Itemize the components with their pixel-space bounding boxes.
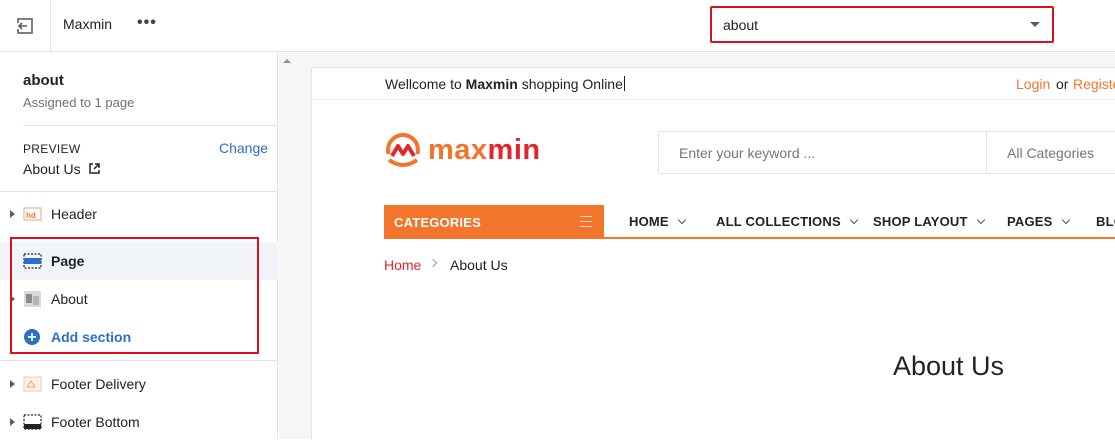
breadcrumb-current: About Us <box>450 257 508 273</box>
template-selector[interactable]: about <box>710 6 1054 43</box>
sections-sidebar: about Assigned to 1 page PREVIEW Change … <box>0 53 278 439</box>
template-title: about <box>23 72 64 89</box>
logo-text: maxmin <box>428 134 541 167</box>
site-topbar: Wellcome to Maxmin shopping Online Login… <box>312 68 1115 100</box>
section-header[interactable]: hd Header <box>0 195 278 233</box>
nav-label: ALL COLLECTIONS <box>716 214 841 229</box>
template-selector-value: about <box>723 17 759 33</box>
exit-button[interactable] <box>0 0 51 52</box>
highlight-box <box>10 237 259 354</box>
theme-name: Maxmin <box>63 16 113 32</box>
login-link[interactable]: Login <box>1016 76 1050 92</box>
scrollbar[interactable] <box>279 53 295 439</box>
welcome-suffix: shopping Online <box>521 76 623 92</box>
section-footer-delivery[interactable]: Footer Delivery <box>0 365 278 403</box>
chevron-down-icon <box>677 215 687 224</box>
welcome-brand: Maxmin <box>465 76 518 92</box>
or-text: or <box>1056 76 1069 92</box>
expand-caret-icon[interactable] <box>10 210 15 218</box>
nav-label: PAGES <box>1007 214 1053 229</box>
footer-delivery-thumbnail-icon <box>23 376 42 392</box>
editor-topbar: Maxmin ••• about <box>0 0 1115 52</box>
maxmin-logo-icon <box>384 133 422 168</box>
hamburger-icon <box>580 216 592 231</box>
preview-change-link[interactable]: Change <box>219 140 268 156</box>
caret-down-icon <box>1030 22 1040 27</box>
scroll-up-icon[interactable] <box>283 59 291 63</box>
nav-all-collections[interactable]: ALL COLLECTIONS <box>716 214 859 229</box>
nav-underline <box>604 237 1115 239</box>
nav-pages[interactable]: PAGES <box>1007 214 1070 229</box>
preview-label: PREVIEW <box>23 142 81 156</box>
divider <box>986 132 987 173</box>
more-actions-button[interactable]: ••• <box>137 14 157 34</box>
chevron-down-icon <box>1061 215 1070 224</box>
category-select[interactable]: All Categories <box>1007 145 1094 161</box>
logo-text-part2: min <box>487 133 541 166</box>
chevron-down-icon <box>976 215 985 224</box>
section-label: Header <box>51 206 97 222</box>
register-link[interactable]: Register <box>1073 76 1115 92</box>
welcome-prefix: Wellcome to <box>385 76 462 92</box>
chevron-right-icon <box>428 258 438 268</box>
preview-page-name: About Us <box>23 161 81 177</box>
nav-shop-layout[interactable]: SHOP LAYOUT <box>873 214 985 229</box>
expand-caret-icon[interactable] <box>10 418 15 426</box>
breadcrumb-home[interactable]: Home <box>384 257 421 273</box>
divider <box>0 360 278 361</box>
template-assignment: Assigned to 1 page <box>23 95 135 110</box>
header-thumbnail-icon: hd <box>23 207 42 221</box>
logo-text-part1: max <box>428 133 488 166</box>
divider <box>23 125 278 126</box>
external-link-icon[interactable] <box>89 163 100 174</box>
expand-caret-icon[interactable] <box>10 380 15 388</box>
nav-label: HOME <box>629 214 669 229</box>
search-input[interactable] <box>659 132 986 173</box>
site-logo[interactable]: maxmin <box>384 132 541 168</box>
section-label: Footer Delivery <box>51 376 146 392</box>
site-search: All Categories <box>658 131 1115 174</box>
welcome-message: Wellcome to Maxmin shopping Online <box>385 76 625 92</box>
chevron-down-icon <box>849 215 859 224</box>
divider <box>0 191 278 192</box>
nav-blog[interactable]: BLOG <box>1096 214 1115 229</box>
page-title: About Us <box>893 351 1005 381</box>
nav-label: BLOG <box>1096 214 1115 229</box>
nav-home[interactable]: HOME <box>629 214 687 229</box>
footer-bottom-layout-icon <box>23 414 42 430</box>
storefront-preview: Wellcome to Maxmin shopping Online Login… <box>311 67 1115 439</box>
categories-button[interactable]: CATEGORIES <box>384 205 604 239</box>
categories-label: CATEGORIES <box>394 215 481 230</box>
section-footer-bottom[interactable]: Footer Bottom <box>0 403 278 441</box>
nav-label: SHOP LAYOUT <box>873 214 968 229</box>
svg-text:hd: hd <box>26 211 36 220</box>
section-label: Footer Bottom <box>51 414 140 430</box>
exit-icon <box>17 18 33 34</box>
text-cursor <box>623 76 625 91</box>
